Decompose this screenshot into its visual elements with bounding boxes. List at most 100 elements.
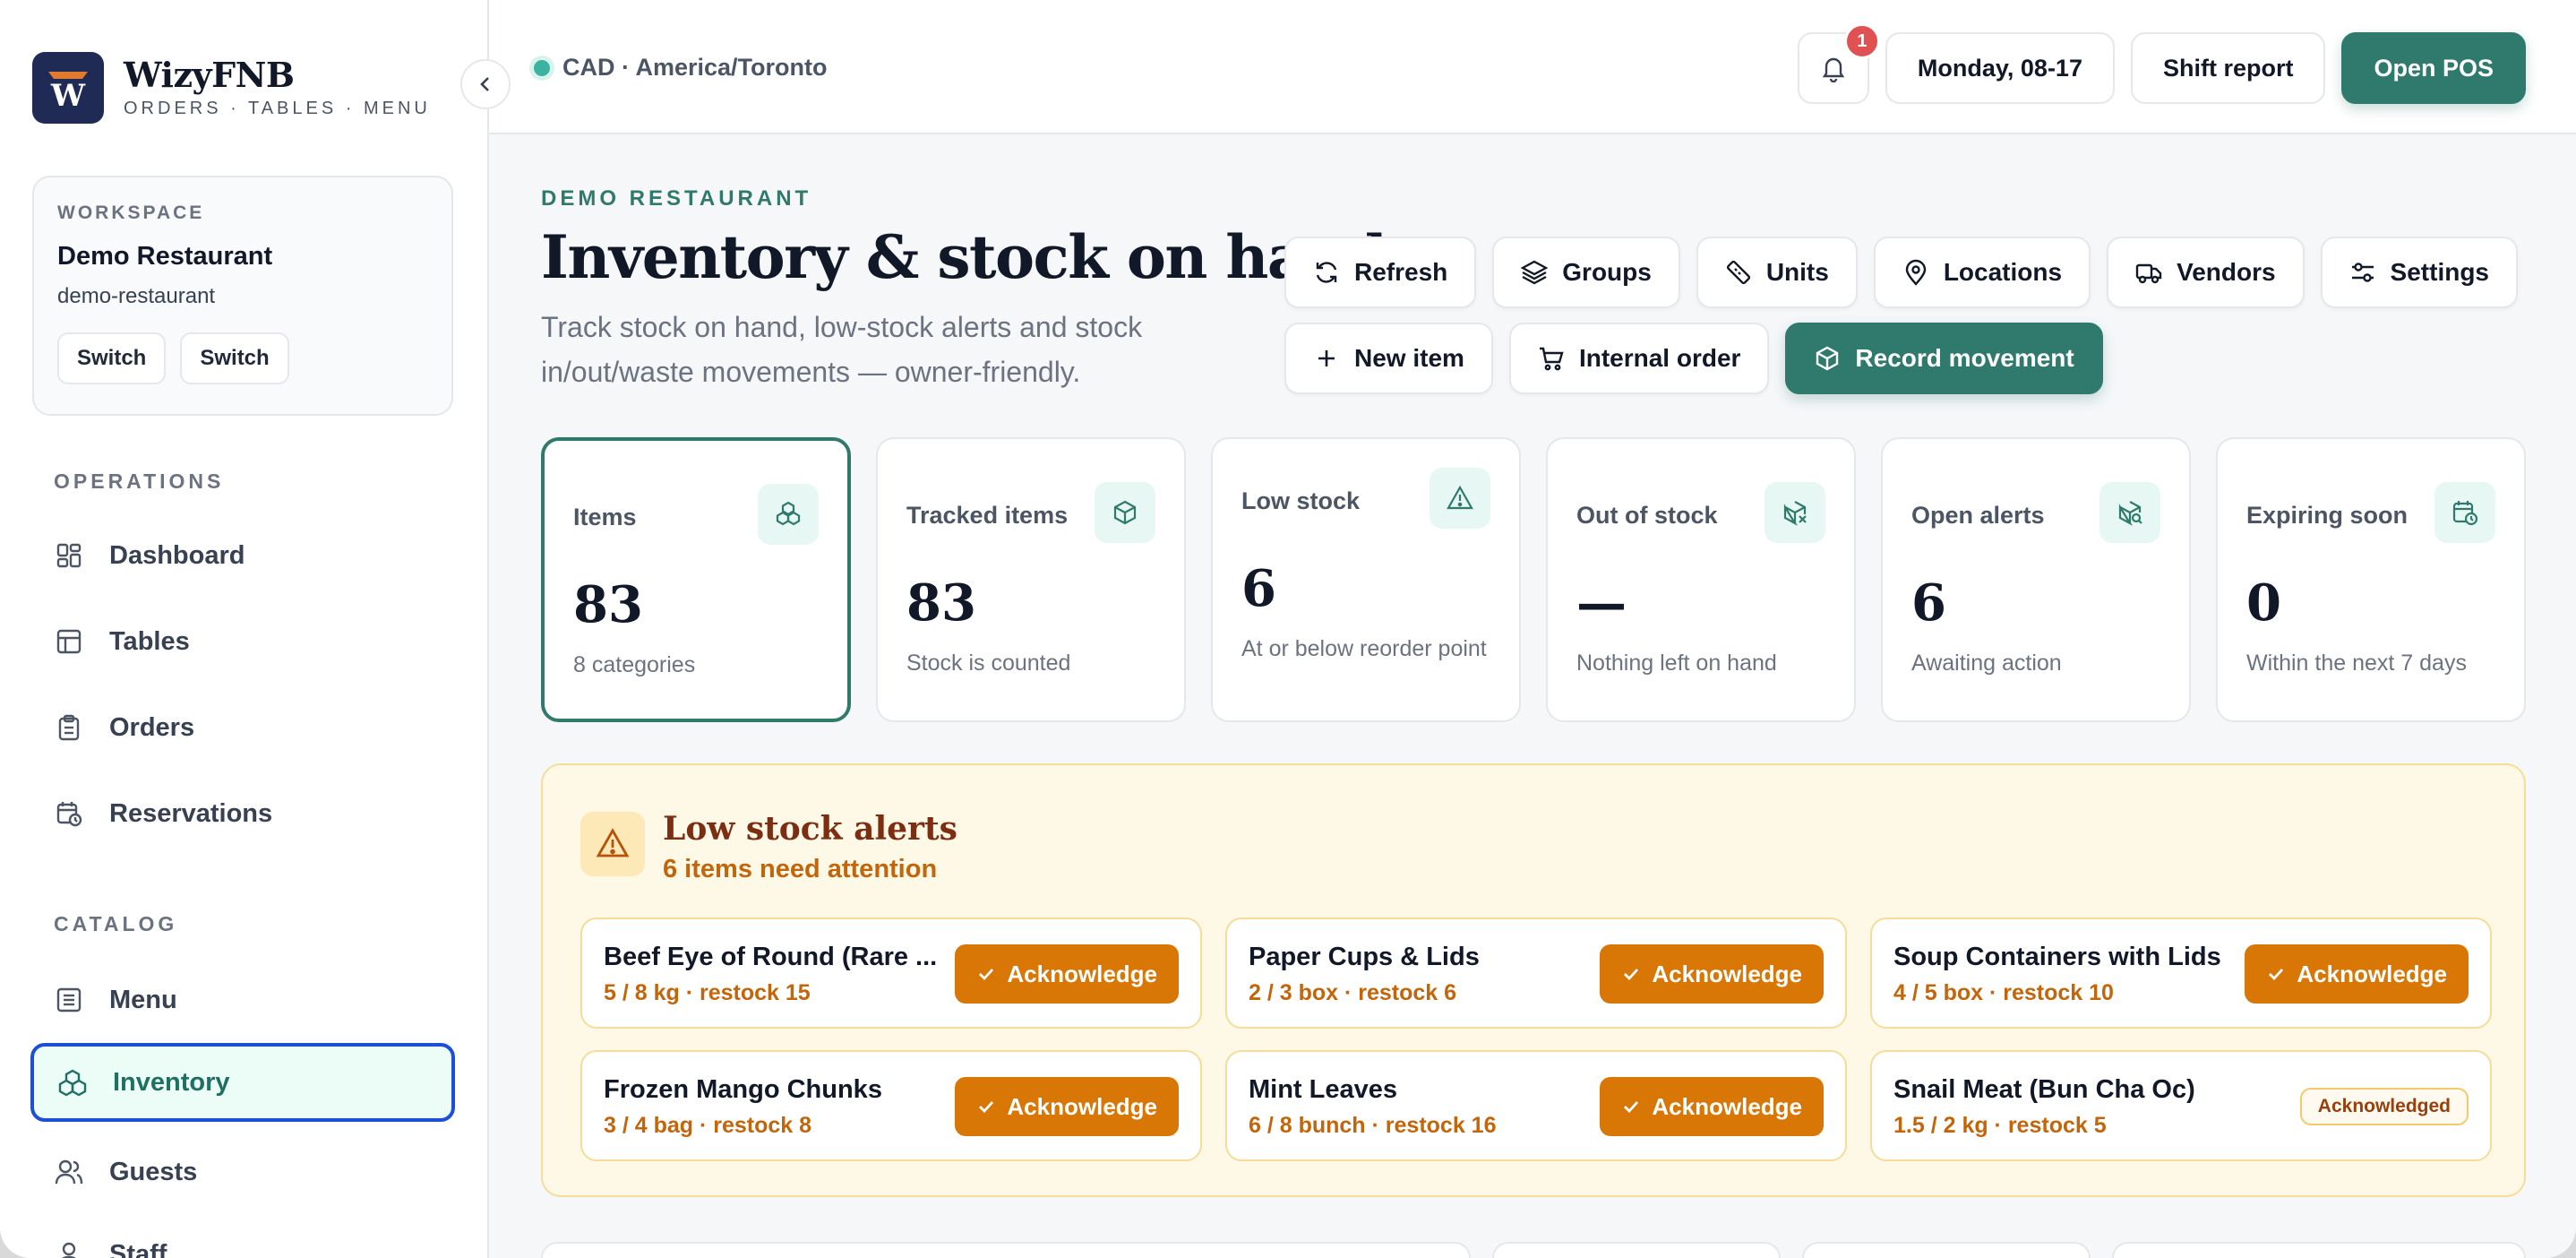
stat-subtext: Nothing left on hand	[1576, 651, 1777, 676]
sidebar: W WizyFNB ORDERS · TABLES · MENU WORKSPA…	[0, 0, 489, 1258]
internal-order-button[interactable]: Internal order	[1508, 323, 1770, 394]
check-icon	[976, 1097, 996, 1116]
locations-button[interactable]: Locations	[1873, 237, 2091, 308]
workspace-slug: demo-restaurant	[57, 284, 216, 308]
sidebar-item-menu[interactable]: Menu	[30, 961, 455, 1039]
sliders-icon	[2349, 259, 2376, 286]
users-icon	[54, 1157, 84, 1187]
alert-item-meta: 2 / 3 box · restock 6	[1249, 980, 1457, 1005]
check-icon	[1621, 964, 1641, 984]
sidebar-item-reservations[interactable]: Reservations	[30, 774, 455, 853]
stat-card-tracked-items[interactable]: Tracked items 83 Stock is counted	[876, 437, 1186, 722]
alert-card: Paper Cups & Lids 2 / 3 box · restock 6 …	[1225, 918, 1847, 1029]
acknowledge-button[interactable]: Acknowledge	[1600, 1077, 1824, 1136]
sidebar-item-staff[interactable]: Staff	[30, 1215, 455, 1258]
acknowledge-button[interactable]: Acknowledge	[1600, 944, 1824, 1004]
acknowledge-label: Acknowledge	[2297, 960, 2447, 987]
brand-name: WizyFNB	[124, 54, 295, 95]
page-title: Inventory & stock on hand	[541, 222, 1387, 292]
stat-label: Expiring soon	[2246, 502, 2409, 529]
sidebar-item-guests[interactable]: Guests	[30, 1133, 455, 1211]
vendors-button[interactable]: Vendors	[2107, 237, 2305, 308]
acknowledge-label: Acknowledge	[1007, 1092, 1157, 1120]
alert-card: Soup Containers with Lids 4 / 5 box · re…	[1870, 918, 2492, 1029]
notification-badge: 1	[1843, 23, 1880, 59]
workspace-label: WORKSPACE	[57, 202, 205, 223]
stat-subtext: 8 categories	[573, 652, 696, 677]
stat-card-items[interactable]: Items 83 8 categories	[541, 437, 851, 722]
stat-subtext: Awaiting action	[1911, 651, 2062, 676]
stat-card-expiring-soon[interactable]: Expiring soon 0 Within the next 7 days	[2216, 437, 2526, 722]
groups-button[interactable]: Groups	[1492, 237, 1680, 308]
acknowledge-button[interactable]: Acknowledge	[955, 1077, 1179, 1136]
stat-subtext: Stock is counted	[906, 651, 1071, 676]
acknowledge-button[interactable]: Acknowledge	[955, 944, 1179, 1004]
units-button[interactable]: Units	[1696, 237, 1858, 308]
boxes-icon	[758, 484, 819, 545]
stat-card-open-alerts[interactable]: Open alerts 6 Awaiting action	[1881, 437, 2191, 722]
stat-label: Out of stock	[1576, 502, 1718, 529]
switch-button-secondary[interactable]: Switch	[180, 332, 289, 384]
collapse-sidebar-button[interactable]	[460, 59, 511, 109]
stat-subtext: At or below reorder point	[1241, 636, 1487, 661]
package-icon	[1095, 482, 1155, 543]
nav-section-operations: OPERATIONS	[54, 470, 225, 493]
locale-text: CAD · America/Toronto	[562, 54, 828, 81]
alert-item-name: Paper Cups & Lids	[1249, 943, 1480, 971]
refresh-icon	[1313, 259, 1340, 286]
package-x-icon	[1765, 482, 1825, 543]
stats-row: Items 83 8 categories Tracked items 83 S…	[541, 437, 2526, 722]
sidebar-item-dashboard[interactable]: Dashboard	[30, 516, 455, 595]
truck-icon	[2135, 259, 2162, 286]
alert-item-name: Beef Eye of Round (Rare ...	[604, 943, 938, 971]
acknowledge-button[interactable]: Acknowledge	[2245, 944, 2469, 1004]
panel-stub	[1492, 1242, 1781, 1258]
nav-section-catalog: CATALOG	[54, 912, 178, 935]
refresh-label: Refresh	[1354, 258, 1448, 286]
brand-tagline: ORDERS · TABLES · MENU	[124, 98, 431, 118]
sidebar-item-orders[interactable]: Orders	[30, 688, 455, 767]
sidebar-item-inventory[interactable]: Inventory	[30, 1043, 455, 1122]
stat-card-out-of-stock[interactable]: Out of stock — Nothing left on hand	[1546, 437, 1856, 722]
sidebar-item-label: Menu	[109, 985, 177, 1014]
top-bar: CAD · America/Toronto 1 Monday, 08-17 Sh…	[489, 0, 2576, 134]
stat-value: 83	[573, 575, 643, 634]
stat-value: —	[1576, 573, 1627, 633]
table-icon	[54, 626, 84, 657]
settings-button[interactable]: Settings	[2320, 237, 2519, 308]
open-pos-button[interactable]: Open POS	[2341, 32, 2526, 104]
clipboard-icon	[54, 712, 84, 743]
alert-item-name: Frozen Mango Chunks	[604, 1075, 882, 1104]
alert-item-meta: 6 / 8 bunch · restock 16	[1249, 1113, 1497, 1138]
notifications-button[interactable]: 1	[1797, 23, 1880, 104]
refresh-button[interactable]: Refresh	[1284, 237, 1477, 308]
panel-stub	[2112, 1242, 2526, 1258]
stat-subtext: Within the next 7 days	[2246, 651, 2467, 676]
acknowledged-badge: Acknowledged	[2299, 1088, 2469, 1125]
alerts-title: Low stock alerts	[663, 810, 957, 848]
brand[interactable]: W WizyFNB ORDERS · TABLES · MENU	[32, 52, 431, 124]
shift-report-button[interactable]: Shift report	[2130, 32, 2326, 104]
locale-indicator: CAD · America/Toronto	[534, 54, 828, 82]
stat-card-low-stock[interactable]: Low stock 6 At or below reorder point	[1211, 437, 1521, 722]
low-stock-alerts-panel: Low stock alerts 6 items need attention …	[541, 763, 2526, 1197]
sidebar-item-label: Orders	[109, 712, 195, 742]
switch-button[interactable]: Switch	[57, 332, 167, 384]
page-subtitle: Track stock on hand, low-stock alerts an…	[541, 311, 1143, 388]
sidebar-item-label: Tables	[109, 626, 190, 656]
sidebar-item-tables[interactable]: Tables	[30, 602, 455, 681]
alert-item-meta: 1.5 / 2 kg · restock 5	[1893, 1113, 2107, 1138]
stat-label: Items	[573, 504, 637, 530]
internal-order-label: Internal order	[1578, 344, 1741, 372]
new-item-button[interactable]: New item	[1284, 323, 1493, 394]
date-button[interactable]: Monday, 08-17	[1885, 32, 2115, 104]
check-icon	[976, 964, 996, 984]
status-dot	[534, 59, 550, 76]
stat-value: 6	[1241, 559, 1276, 618]
svg-text:W: W	[50, 78, 86, 113]
boxes-icon	[57, 1067, 88, 1098]
warning-icon	[1430, 468, 1490, 529]
record-movement-button[interactable]: Record movement	[1785, 323, 2103, 394]
groups-label: Groups	[1562, 258, 1652, 286]
sidebar-item-label: Reservations	[109, 798, 273, 828]
